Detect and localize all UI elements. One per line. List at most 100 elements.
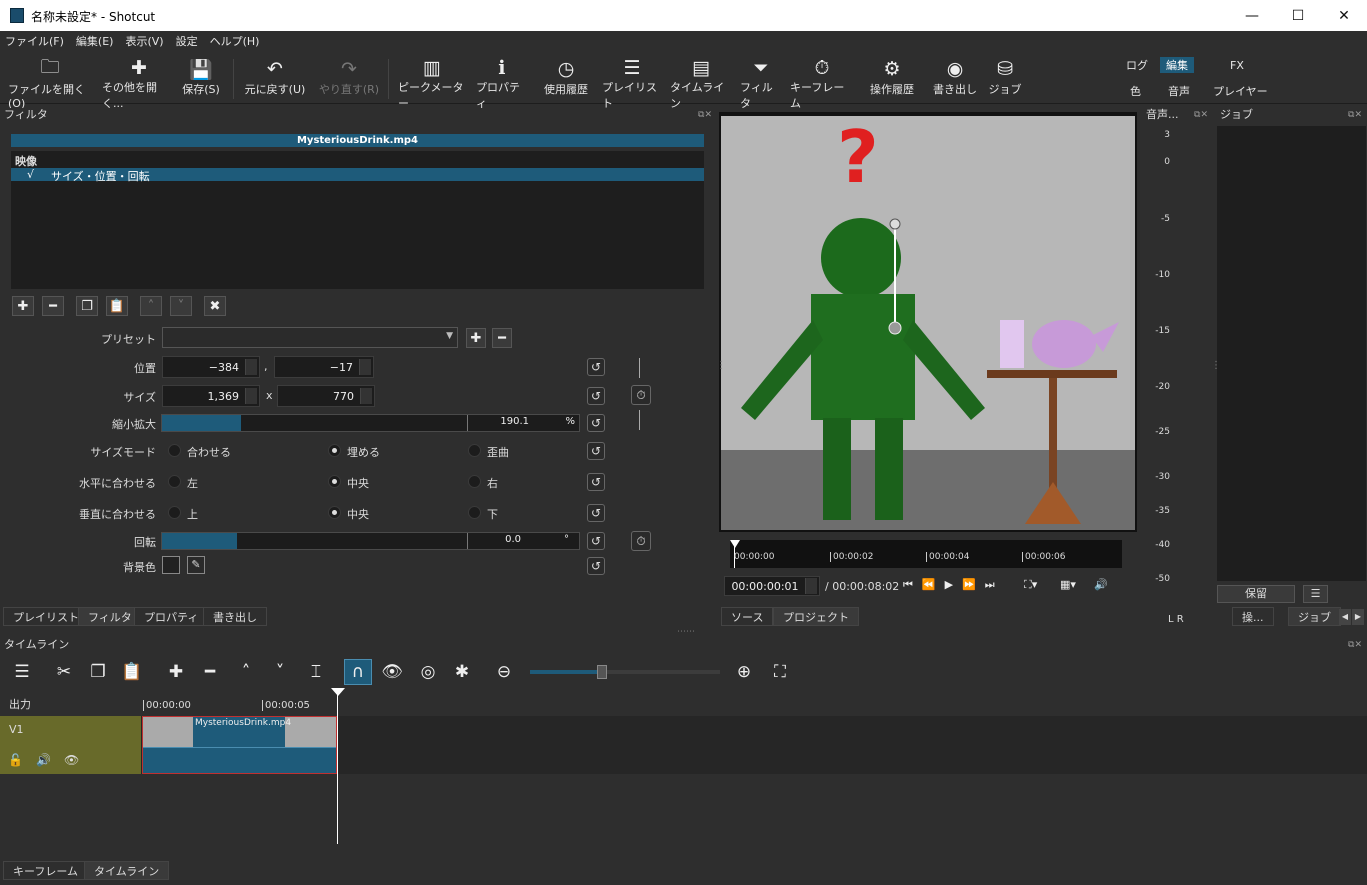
eyedropper-icon[interactable]: ✎	[187, 556, 205, 574]
lift-icon[interactable]: ˄	[232, 659, 260, 685]
clip[interactable]: MysteriousDrink.mp4	[142, 716, 337, 774]
valign-bottom-radio[interactable]	[468, 506, 481, 519]
zoom-slider[interactable]: 190.1 %	[161, 414, 580, 432]
splitter-handle[interactable]: ⋮	[716, 360, 726, 371]
tab-keyframes[interactable]: キーフレーム	[3, 861, 89, 880]
timeline-zoom-slider[interactable]	[530, 665, 720, 679]
tab-playlist[interactable]: プレイリスト	[3, 607, 89, 626]
zoom-toggle-icon[interactable]: ⛶▾	[1024, 578, 1037, 592]
bg-color-swatch[interactable]	[162, 556, 180, 574]
ripple-icon[interactable]: ◎	[414, 659, 442, 685]
position-x-input[interactable]: −384	[162, 356, 260, 378]
open-other-button[interactable]: ✚ その他を開く...	[102, 57, 176, 110]
dock-float-close-icon[interactable]: ⧉✕	[1348, 638, 1362, 652]
skip-start-icon[interactable]: ⏮	[903, 578, 922, 591]
peak-meter-button[interactable]: ▥ ピークメーター	[398, 57, 466, 110]
mode-audio[interactable]: 音声	[1162, 83, 1196, 99]
menu-edit[interactable]: 編集(E)	[76, 33, 114, 49]
split-icon[interactable]: ⌶	[302, 659, 330, 685]
spin-arrows-icon[interactable]	[245, 359, 257, 375]
paste-icon[interactable]: 📋	[118, 659, 146, 685]
tab-source[interactable]: ソース	[721, 607, 774, 626]
spin-arrows-icon[interactable]	[360, 388, 372, 404]
tab-properties[interactable]: プロパティ	[134, 607, 209, 626]
close-button[interactable]: ✕	[1321, 0, 1367, 31]
timeline-button[interactable]: ▤ タイムライン	[670, 57, 732, 110]
tab-filters[interactable]: フィルタ	[78, 607, 142, 626]
copy-icon[interactable]: ❐	[84, 659, 112, 685]
dock-float-close-icon[interactable]: ⧉✕	[1194, 108, 1208, 122]
reset-halign-icon[interactable]: ↺	[587, 473, 605, 491]
jobs-menu-button[interactable]: ☰	[1303, 585, 1328, 603]
eye-icon[interactable]: 👁	[64, 753, 79, 767]
halign-left-radio[interactable]	[168, 475, 181, 488]
properties-button[interactable]: ℹ プロパティ	[476, 57, 528, 110]
tab-history[interactable]: 操...	[1232, 607, 1274, 626]
reset-zoom-icon[interactable]: ↺	[587, 414, 605, 432]
snap-icon[interactable]: ∩	[344, 659, 372, 685]
lock-icon[interactable]: 🔓	[8, 753, 23, 767]
hold-button[interactable]: 保留	[1217, 585, 1295, 603]
mode-edit[interactable]: 編集	[1160, 57, 1194, 73]
valign-middle-radio[interactable]	[328, 506, 341, 519]
mode-color[interactable]: 色	[1124, 83, 1147, 99]
fast-forward-icon[interactable]: ⏩	[962, 578, 985, 591]
size-height-input[interactable]: 770	[277, 385, 375, 407]
minimize-button[interactable]: —	[1229, 0, 1275, 31]
playhead-icon[interactable]	[331, 688, 345, 696]
filter-item-sizepos[interactable]: √ サイズ・位置・回転	[11, 168, 704, 183]
tab-project[interactable]: プロジェクト	[773, 607, 859, 626]
reset-valign-icon[interactable]: ↺	[587, 504, 605, 522]
add-filter-button[interactable]: ✚	[12, 296, 34, 316]
tab-scroll-right-icon[interactable]: ▶	[1352, 609, 1364, 625]
redo-button[interactable]: ↷ やり直す(R)	[318, 57, 380, 101]
export-button[interactable]: ◉ 書き出し	[930, 57, 980, 101]
paste-filter-icon[interactable]: 📋	[106, 296, 128, 316]
save-button[interactable]: 💾 保存(S)	[178, 57, 224, 101]
reset-size-icon[interactable]: ↺	[587, 387, 605, 405]
rewind-icon[interactable]: ⏪	[922, 578, 945, 591]
halign-right-radio[interactable]	[468, 475, 481, 488]
size-mode-fit-radio[interactable]	[168, 444, 181, 457]
menu-file[interactable]: ファイル(F)	[5, 33, 64, 49]
move-down-icon[interactable]: ˅	[170, 296, 192, 316]
v1-track-header[interactable]: V1 🔓 🔊 👁	[0, 716, 141, 774]
video-preview[interactable]: ?	[719, 112, 1137, 532]
halign-center-radio[interactable]	[328, 475, 341, 488]
spin-arrows-icon[interactable]	[359, 359, 371, 375]
tab-timeline[interactable]: タイムライン	[84, 861, 170, 880]
filters-button[interactable]: ⏷ フィルタ	[740, 57, 782, 110]
playlist-button[interactable]: ☰ プレイリスト	[602, 57, 662, 110]
timeline-zoom-grip[interactable]	[597, 665, 607, 679]
keyframes-button[interactable]: ⏱ キーフレーム	[790, 57, 854, 110]
cut-icon[interactable]: ✂	[50, 659, 78, 685]
menu-help[interactable]: ヘルプ(H)	[210, 33, 260, 49]
deselect-filter-icon[interactable]: ✖	[204, 296, 226, 316]
mode-fx[interactable]: FX	[1224, 57, 1250, 73]
position-y-input[interactable]: −17	[274, 356, 374, 378]
timeline-ruler[interactable]: 00:00:00 00:00:05	[141, 688, 1367, 716]
move-up-icon[interactable]: ˄	[140, 296, 162, 316]
remove-filter-button[interactable]: ━	[42, 296, 64, 316]
jobs-button[interactable]: ⛁ ジョブ	[986, 57, 1024, 101]
reset-size-mode-icon[interactable]: ↺	[587, 442, 605, 460]
tab-jobs[interactable]: ジョブ	[1288, 607, 1341, 626]
rotation-slider[interactable]: 0.0 °	[161, 532, 580, 550]
timeline-menu-icon[interactable]: ☰	[8, 659, 36, 685]
reset-position-icon[interactable]: ↺	[587, 358, 605, 376]
zoom-in-icon[interactable]: ⊕	[730, 659, 758, 685]
menu-view[interactable]: 表示(V)	[125, 33, 163, 49]
undo-button[interactable]: ↶ 元に戻す(U)	[242, 57, 308, 101]
size-mode-distort-radio[interactable]	[468, 444, 481, 457]
volume-icon[interactable]: 🔊	[1094, 578, 1108, 591]
reset-bg-color-icon[interactable]: ↺	[587, 557, 605, 575]
play-icon[interactable]: ▶	[945, 578, 962, 591]
rotation-stopwatch-icon[interactable]: ⏱	[631, 531, 651, 551]
splitter-grip-icon[interactable]: ⋯⋯	[677, 627, 695, 637]
ripple-all-icon[interactable]: ✱	[448, 659, 476, 685]
mode-player[interactable]: プレイヤー	[1207, 83, 1274, 99]
preset-dropdown[interactable]: ▼	[162, 327, 458, 348]
preset-add-button[interactable]: ✚	[466, 328, 486, 348]
tab-export[interactable]: 書き出し	[203, 607, 267, 626]
history-button[interactable]: ⚙ 操作履歴	[864, 57, 920, 101]
